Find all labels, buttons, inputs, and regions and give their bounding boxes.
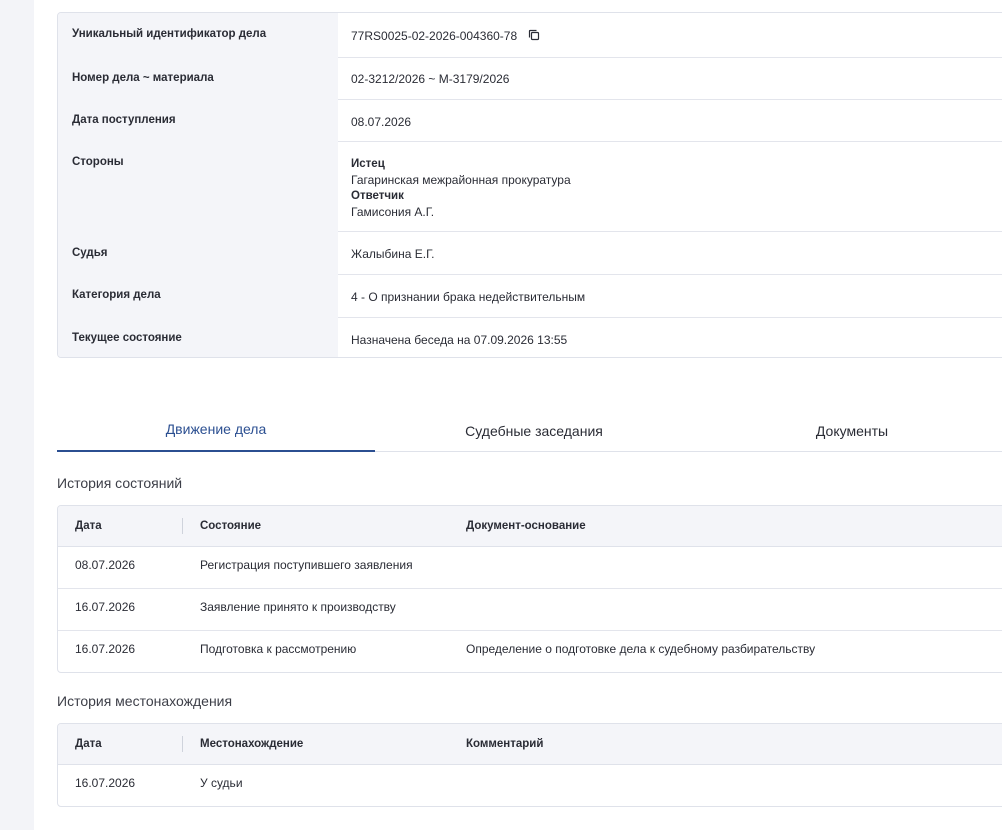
judge-value: Жалыбина Е.Г. (351, 247, 435, 261)
table-header: Дата Местонахождение Комментарий (58, 724, 1002, 765)
status-label: Текущее состояние (72, 332, 182, 344)
status-value: Назначена беседа на 07.09.2026 13:55 (351, 333, 568, 347)
column-header: Состояние (200, 520, 262, 532)
table-row: 16.07.2026 Подготовка к рассмотрению Опр… (58, 631, 1002, 672)
cell-date: 16.07.2026 (75, 776, 136, 790)
column-header: Местонахождение (200, 738, 304, 750)
category-label: Категория дела (72, 289, 161, 301)
number-label: Номер дела ~ материала (72, 72, 214, 84)
cell-state: Подготовка к рассмотрению (200, 642, 357, 656)
cell-state: Заявление принято к производству (200, 600, 396, 614)
table-header: Дата Состояние Документ-основание (58, 506, 1002, 547)
cell-document: Определение о подготовке дела к судебном… (466, 642, 816, 656)
tab-court-sessions[interactable]: Судебные заседания (375, 412, 693, 452)
number-value: 02-3212/2026 ~ М-3179/2026 (351, 72, 510, 86)
plaintiff-name: Гагаринская межрайонная прокуратура (351, 173, 571, 187)
header-divider (182, 518, 183, 534)
cell-state: Регистрация поступившего заявления (200, 558, 413, 572)
uid-value: 77RS0025-02-2026-004360-78 (351, 29, 540, 44)
table-row: 16.07.2026 У судьи (58, 765, 1002, 806)
table-row: 08.07.2026 Регистрация поступившего заяв… (58, 547, 1002, 589)
defendant-name: Гамисония А.Г. (351, 205, 435, 219)
location-history-title: История местонахождения (57, 693, 233, 709)
row-date: Дата поступления 08.07.2026 (58, 100, 1002, 142)
header-divider (182, 736, 183, 752)
date-label: Дата поступления (72, 114, 176, 126)
table-row: 16.07.2026 Заявление принято к производс… (58, 589, 1002, 631)
column-header: Дата (75, 520, 102, 532)
row-category: Категория дела 4 - О признании брака нед… (58, 275, 1002, 318)
judge-label: Судья (72, 247, 108, 259)
cell-location: У судьи (200, 776, 243, 790)
uid-text: 77RS0025-02-2026-004360-78 (351, 29, 518, 43)
date-value: 08.07.2026 (351, 115, 412, 129)
tab-case-movement[interactable]: Движение дела (57, 410, 375, 452)
copy-icon[interactable] (528, 29, 540, 44)
row-uid: Уникальный идентификатор дела 77RS0025-0… (58, 13, 1002, 58)
uid-label: Уникальный идентификатор дела (72, 28, 267, 40)
row-status: Текущее состояние Назначена беседа на 07… (58, 318, 1002, 357)
tab-documents[interactable]: Документы (693, 412, 1002, 452)
state-history-table: Дата Состояние Документ-основание 08.07.… (57, 505, 1002, 673)
column-header: Документ-основание (466, 520, 586, 532)
row-parties: Стороны Истец Гагаринская межрайонная пр… (58, 142, 1002, 232)
main-content: Уникальный идентификатор дела 77RS0025-0… (34, 0, 1002, 830)
cell-date: 16.07.2026 (75, 600, 136, 614)
case-info-card: Уникальный идентификатор дела 77RS0025-0… (57, 12, 1002, 358)
parties-value: Истец Гагаринская межрайонная прокуратур… (351, 156, 571, 220)
case-tabs: Движение дела Судебные заседания Докумен… (57, 410, 1002, 452)
parties-label: Стороны (72, 156, 124, 168)
category-value: 4 - О признании брака недействительным (351, 290, 586, 304)
cell-date: 08.07.2026 (75, 558, 136, 572)
column-header: Комментарий (466, 738, 544, 750)
column-header: Дата (75, 738, 102, 750)
location-history-table: Дата Местонахождение Комментарий 16.07.2… (57, 723, 1002, 807)
defendant-role: Ответчик (351, 190, 404, 202)
row-number: Номер дела ~ материала 02-3212/2026 ~ М-… (58, 58, 1002, 100)
state-history-title: История состояний (57, 475, 183, 491)
row-judge: Судья Жалыбина Е.Г. (58, 232, 1002, 275)
plaintiff-role: Истец (351, 158, 385, 170)
cell-date: 16.07.2026 (75, 642, 136, 656)
